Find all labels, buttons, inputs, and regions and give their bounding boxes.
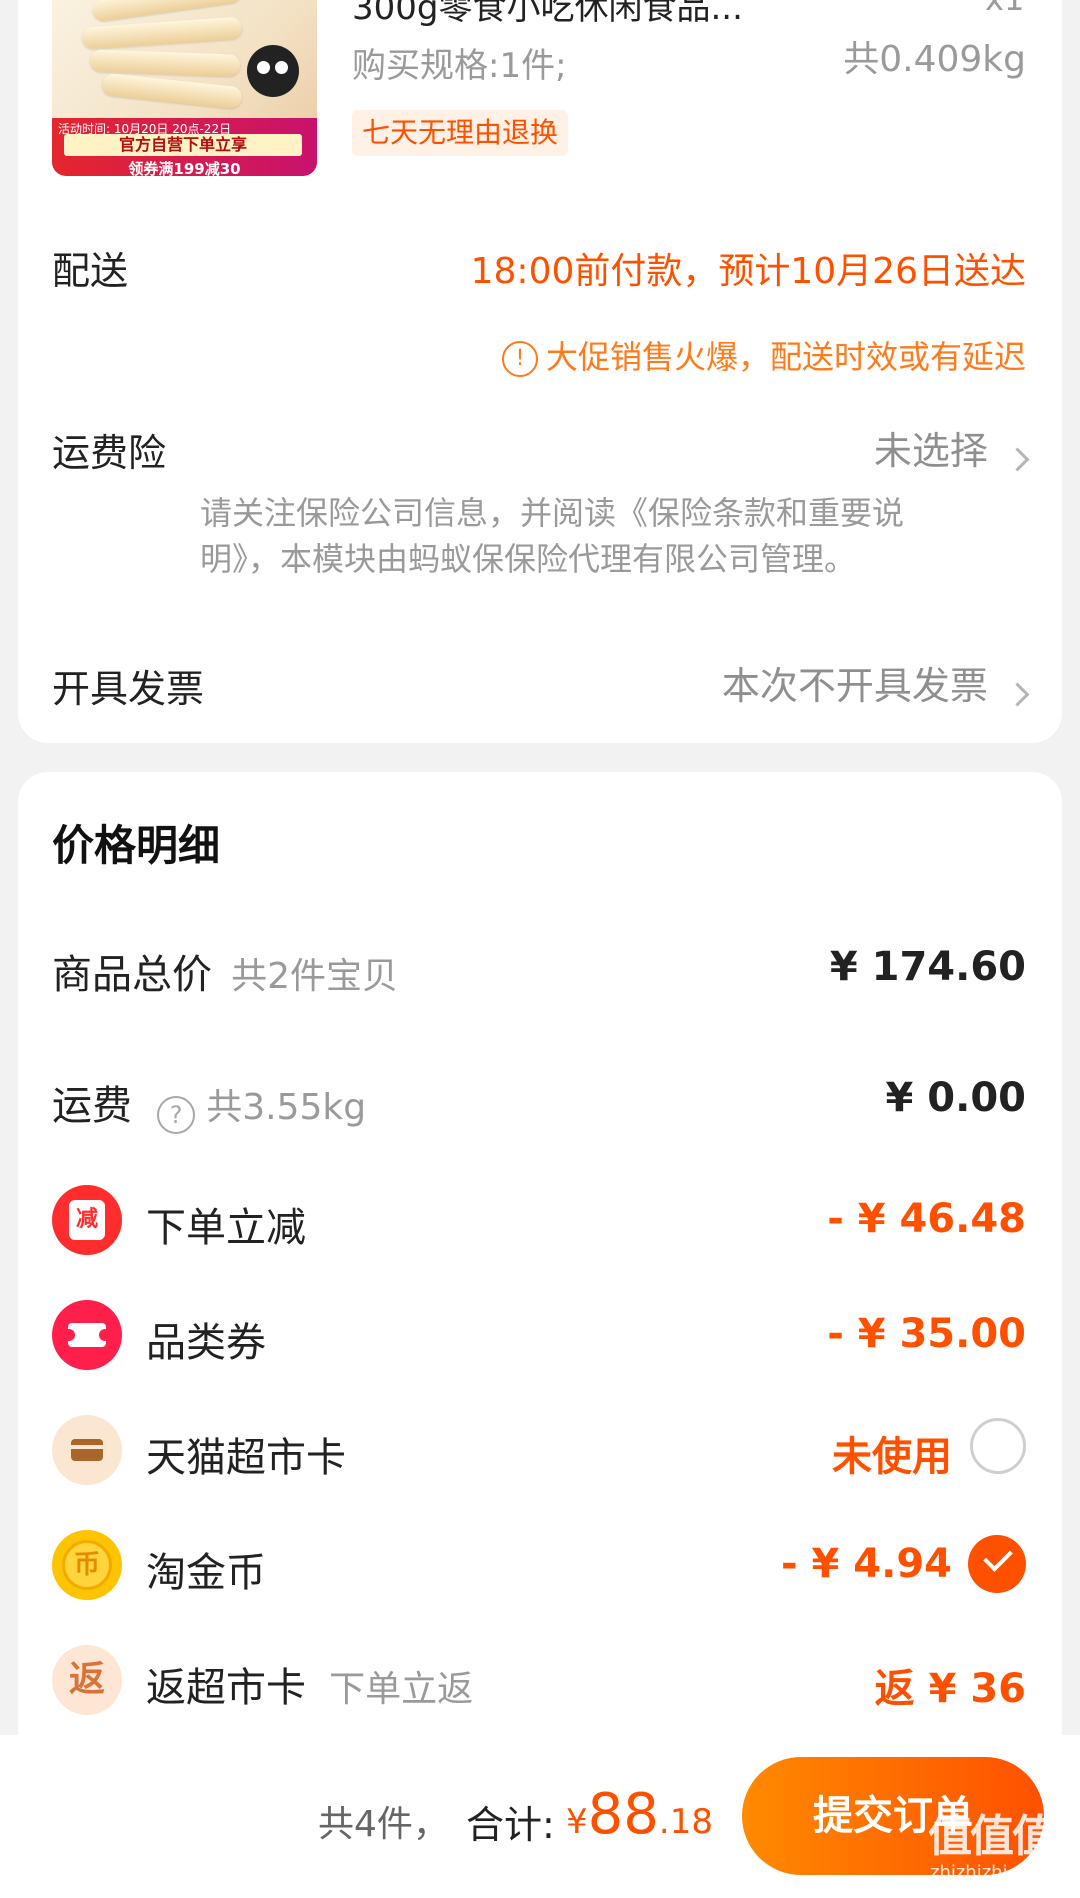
product-image[interactable]: 活动时间: 10月20日 20点-22日 官方自营下单立享 领券满199减30 bbox=[52, 0, 317, 176]
tmall-card-label: 天猫超市卡 bbox=[146, 1435, 346, 1481]
product-stick bbox=[81, 16, 243, 50]
insurance-note-line: 明》，本模块由蚂蚁保保险代理有限公司管理。 bbox=[200, 540, 857, 578]
insurance-note[interactable]: 请关注保险公司信息，并阅读《保险条款和重要说 明》，本模块由蚂蚁保保险代理有限公… bbox=[200, 490, 904, 582]
discount-icon-glyph: 减 bbox=[69, 1200, 105, 1240]
delivery-notice: ! 大促销售火爆，配送时效或有延迟 bbox=[501, 332, 1026, 378]
taojinbi-checkbox-checked[interactable] bbox=[968, 1535, 1026, 1593]
chevron-right-icon bbox=[1005, 682, 1030, 707]
promo-banner-text: 官方自营下单立享 bbox=[64, 134, 302, 156]
product-promo-banner: 活动时间: 10月20日 20点-22日 官方自营下单立享 领券满199减30 bbox=[52, 118, 317, 176]
total-label: 合计: bbox=[466, 1803, 555, 1847]
taojinbi-value: - ¥ 4.94 bbox=[781, 1541, 952, 1587]
product-stick bbox=[101, 72, 243, 110]
category-coupon-value[interactable]: - ¥ 35.00 bbox=[827, 1311, 1026, 1357]
shipping-value: ¥ 0.00 bbox=[885, 1075, 1026, 1121]
cashback-value: 返 ¥ 36 bbox=[874, 1666, 1026, 1712]
invoice-label: 开具发票 bbox=[52, 667, 205, 711]
ticket-notch bbox=[99, 1329, 111, 1341]
checkmark-icon bbox=[983, 1542, 1013, 1572]
shipping-label: 运费 bbox=[52, 1083, 132, 1129]
return-policy-badge: 七天无理由退换 bbox=[352, 110, 569, 156]
total-currency: ¥ bbox=[566, 1802, 588, 1842]
total-decimal: .18 bbox=[658, 1802, 713, 1842]
instant-discount-label: 下单立减 bbox=[146, 1205, 306, 1251]
watermark-logo: 值值值 bbox=[928, 1811, 1056, 1862]
ticket-icon bbox=[52, 1300, 122, 1370]
price-detail-card bbox=[18, 772, 1062, 1772]
question-circle-icon[interactable]: ? bbox=[157, 1095, 196, 1134]
coin-glyph: 币 bbox=[62, 1540, 112, 1590]
shipping-insurance-value: 未选择 bbox=[873, 429, 988, 473]
invoice-selector[interactable]: 本次不开具发票 bbox=[721, 655, 1030, 710]
info-circle-icon: ! bbox=[501, 341, 538, 377]
total-price: ¥88.18 bbox=[566, 1782, 713, 1847]
chevron-right-icon bbox=[1005, 447, 1030, 472]
shipping-weight: 共3.55kg bbox=[206, 1087, 367, 1128]
delivery-notice-text: 大促销售火爆，配送时效或有延迟 bbox=[545, 338, 1026, 376]
tmall-cat-mascot-icon bbox=[247, 45, 299, 97]
shipping-insurance-selector[interactable]: 未选择 bbox=[873, 420, 1030, 475]
category-coupon-label[interactable]: 品类券 bbox=[146, 1310, 266, 1368]
shipping-row: 运费 ? 共3.55kg bbox=[52, 1073, 366, 1134]
product-title[interactable]: 300g零食小吃休闲食品... bbox=[352, 0, 743, 29]
price-detail-title: 价格明细 bbox=[52, 821, 221, 870]
total-integer: 88 bbox=[587, 1782, 659, 1847]
cashback-icon: 返 bbox=[52, 1645, 122, 1715]
delivery-estimate: 18:00前付款，预计10月26日送达 bbox=[470, 251, 1026, 292]
promo-coupon-text: 领券满199减30 bbox=[128, 160, 241, 176]
delivery-label: 配送 bbox=[52, 249, 129, 293]
tmall-card-checkbox[interactable] bbox=[970, 1418, 1026, 1474]
cashback-label: 返超市卡 bbox=[146, 1665, 306, 1711]
goods-total-row: 商品总价 共2件宝贝 bbox=[52, 942, 398, 1000]
product-stick bbox=[89, 49, 241, 77]
shipping-insurance-label: 运费险 bbox=[52, 431, 167, 475]
card-stripe bbox=[71, 1445, 103, 1449]
cashback-row: 返超市卡 下单立返 bbox=[146, 1655, 473, 1713]
card-icon bbox=[52, 1415, 122, 1485]
item-count: 共4件， bbox=[318, 1804, 449, 1845]
taojinbi-label: 淘金币 bbox=[146, 1550, 266, 1596]
goods-total-value: ¥ 174.60 bbox=[829, 944, 1026, 990]
discount-icon: 减 bbox=[52, 1185, 122, 1255]
coin-icon: 币 bbox=[52, 1530, 122, 1600]
insurance-note-line: 请关注保险公司信息，并阅读《保险条款和重要说 bbox=[200, 494, 905, 532]
product-quantity: x1 bbox=[985, 0, 1024, 18]
goods-total-label: 商品总价 bbox=[52, 952, 212, 998]
product-weight: 共0.409kg bbox=[843, 39, 1026, 80]
instant-discount-value: - ¥ 46.48 bbox=[827, 1196, 1026, 1242]
watermark-url: zhizhizhi.com bbox=[930, 1862, 1052, 1883]
tmall-card-value: 未使用 bbox=[832, 1434, 952, 1480]
cashback-glyph: 返 bbox=[68, 1659, 105, 1700]
goods-count: 共2件宝贝 bbox=[231, 956, 398, 997]
ticket-notch bbox=[63, 1329, 75, 1341]
product-spec[interactable]: 购买规格:1件; bbox=[352, 38, 567, 87]
cashback-sub: 下单立返 bbox=[329, 1669, 474, 1710]
invoice-value: 本次不开具发票 bbox=[721, 664, 988, 708]
card-shape bbox=[71, 1439, 103, 1461]
